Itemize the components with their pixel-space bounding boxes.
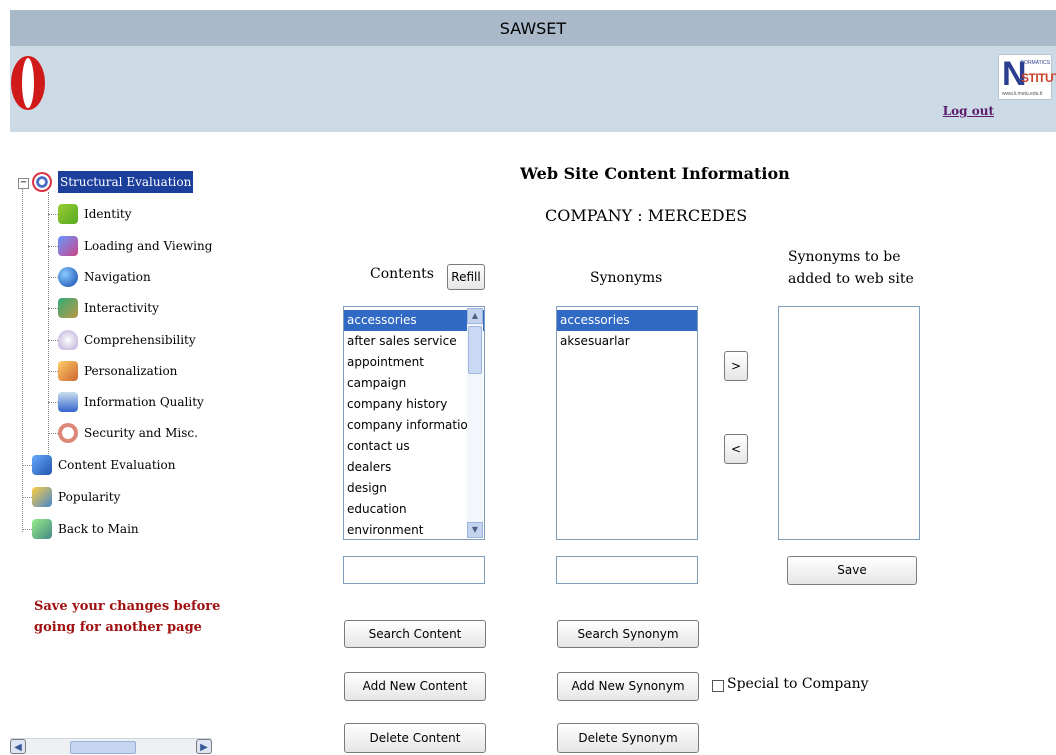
globe-icon <box>58 267 78 287</box>
company-name: COMPANY : MERCEDES <box>545 206 748 225</box>
scroll-up-icon[interactable]: ▲ <box>467 308 483 324</box>
tree-item-label: Personalization <box>84 364 178 378</box>
search-synonym-button[interactable]: Search Synonym <box>557 620 699 648</box>
move-right-button[interactable]: > <box>724 351 748 381</box>
tree-item-label: Content Evaluation <box>58 458 176 472</box>
tree-item-label: Security and Misc. <box>84 426 198 440</box>
special-to-company-label: Special to Company <box>727 676 869 692</box>
scroll-left-icon[interactable]: ◀ <box>10 739 26 754</box>
add-new-synonym-button[interactable]: Add New Synonym <box>557 672 699 701</box>
delete-synonym-button[interactable]: Delete Synonym <box>557 723 699 753</box>
horizontal-scrollbar[interactable]: ◀ ▶ <box>10 738 212 754</box>
tree-item-label: Comprehensibility <box>84 333 196 347</box>
synonym-input[interactable] <box>556 556 698 584</box>
synonyms-label: Synonyms <box>590 270 663 286</box>
tree-item-label: Interactivity <box>84 301 159 315</box>
refill-button[interactable]: Refill <box>447 264 485 290</box>
synonyms-listbox[interactable]: accessories aksesuarlar <box>556 306 698 540</box>
list-item[interactable]: contact us <box>344 436 484 457</box>
tree-item-label: Information Quality <box>84 395 204 409</box>
list-item[interactable]: campaign <box>344 373 484 394</box>
tree-item-label: Back to Main <box>58 522 139 536</box>
scroll-down-icon[interactable]: ▼ <box>467 522 483 538</box>
list-item[interactable]: design <box>344 478 484 499</box>
people-icon <box>32 487 52 507</box>
list-item[interactable]: company information <box>344 415 484 436</box>
add-new-content-button[interactable]: Add New Content <box>344 672 486 701</box>
synonyms-to-add-label: Synonyms to be added to web site <box>788 246 914 290</box>
tree-item-label: Loading and Viewing <box>84 239 213 253</box>
list-item[interactable]: after sales service <box>344 331 484 352</box>
clock-icon <box>58 423 78 443</box>
list-item[interactable]: environment <box>344 520 484 539</box>
target-icon <box>32 172 52 192</box>
contents-listbox[interactable]: accessories after sales service appointm… <box>343 306 485 540</box>
identity-icon <box>58 204 78 224</box>
app-title: SAWSET <box>499 19 567 38</box>
interactivity-icon <box>58 298 78 318</box>
navigation-tree: − Structural Evaluation Identity Loading… <box>18 166 248 546</box>
logout-link[interactable]: Log out <box>943 104 994 118</box>
synonyms-to-add-label-line-2: added to web site <box>788 271 914 287</box>
content-input[interactable] <box>343 556 485 584</box>
synonyms-to-add-listbox[interactable] <box>778 306 920 540</box>
save-button[interactable]: Save <box>787 556 917 585</box>
header-banner: Log out NFORMATICSSTITUTEwww.ii.metu.edu… <box>10 46 1056 132</box>
scroll-right-icon[interactable]: ▶ <box>196 739 212 754</box>
tree-item-label: Navigation <box>84 270 151 284</box>
move-left-button[interactable]: < <box>724 434 748 464</box>
scroll-thumb[interactable] <box>70 741 136 754</box>
search-content-button[interactable]: Search Content <box>344 620 486 648</box>
save-warning: Save your changes before going for anoth… <box>34 599 221 635</box>
lightbulb-icon <box>58 330 78 350</box>
app-title-bar: SAWSET <box>10 10 1056 46</box>
tree-item-label: Identity <box>84 207 132 221</box>
list-item[interactable]: accessories <box>557 310 697 331</box>
device-icon <box>32 519 52 539</box>
synonyms-to-add-label-line-1: Synonyms to be <box>788 249 901 265</box>
page-title: Web Site Content Information <box>520 164 790 183</box>
book-icon <box>32 455 52 475</box>
tree-item-label: Popularity <box>58 490 121 504</box>
list-item[interactable]: education <box>344 499 484 520</box>
tree-item-label: Structural Evaluation <box>58 171 194 193</box>
scroll-thumb[interactable] <box>468 326 482 374</box>
loading-icon <box>58 236 78 256</box>
list-item[interactable]: appointment <box>344 352 484 373</box>
delete-content-button[interactable]: Delete Content <box>344 723 486 753</box>
list-item[interactable]: accessories <box>344 310 484 331</box>
list-item[interactable]: company history <box>344 394 484 415</box>
contents-scrollbar[interactable]: ▲ ▼ <box>467 308 483 538</box>
flask-icon <box>58 392 78 412</box>
list-item[interactable]: aksesuarlar <box>557 331 697 352</box>
collapse-toggle[interactable]: − <box>18 178 29 189</box>
pencil-icon <box>58 361 78 381</box>
informatics-institute-logo: NFORMATICSSTITUTEwww.ii.metu.edu.tr <box>998 54 1056 100</box>
special-to-company-checkbox[interactable] <box>712 680 724 692</box>
list-item[interactable]: dealers <box>344 457 484 478</box>
university-logo <box>11 56 45 110</box>
contents-label: Contents <box>370 266 434 282</box>
